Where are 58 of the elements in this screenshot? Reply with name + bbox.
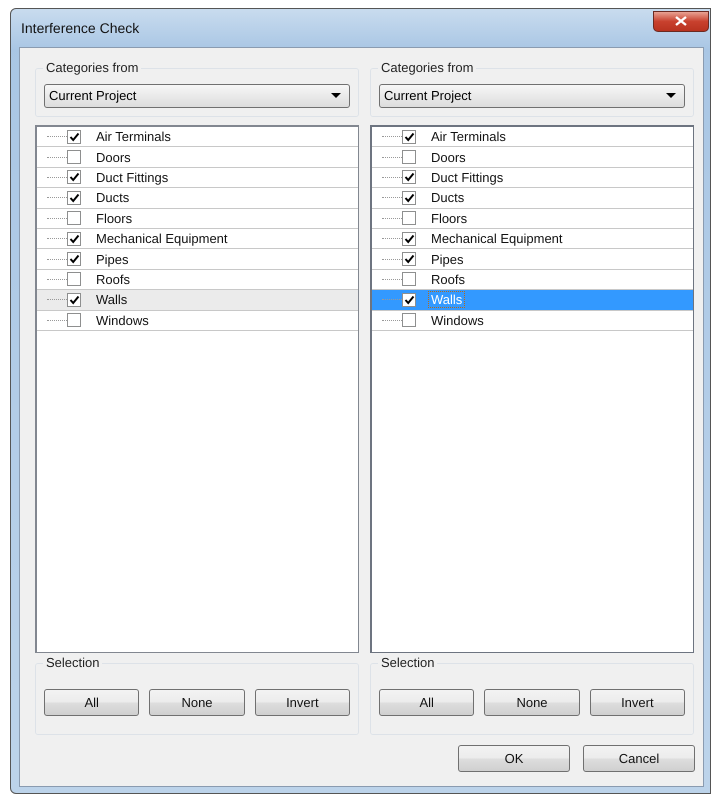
category-item[interactable]: Air Terminals	[37, 127, 358, 148]
category-item[interactable]: Ducts	[37, 188, 358, 209]
selection-button[interactable]: Invert	[254, 688, 350, 716]
dialog-button[interactable]: OK	[458, 745, 570, 772]
category-item[interactable]: Duct Fittings	[372, 168, 693, 188]
checkbox[interactable]	[67, 150, 81, 164]
group-label: Categories from	[43, 60, 142, 75]
selection-button[interactable]: Invert	[590, 688, 685, 716]
category-item[interactable]: Roofs	[372, 270, 693, 290]
close-icon	[675, 16, 687, 26]
checked-checkbox[interactable]	[67, 170, 81, 184]
caret-icon	[331, 93, 341, 98]
checked-checkbox[interactable]	[402, 170, 416, 184]
dialog-button[interactable]: Cancel	[583, 745, 695, 772]
window-title: Interference Check	[21, 20, 140, 36]
category-item[interactable]: Doors	[372, 147, 693, 168]
close-button[interactable]	[653, 10, 709, 32]
checked-checkbox[interactable]	[402, 232, 416, 246]
category-item[interactable]: Duct Fittings	[37, 168, 358, 188]
checkbox[interactable]	[402, 211, 416, 226]
selection-button[interactable]: None	[149, 688, 245, 716]
checked-checkbox[interactable]	[402, 292, 416, 307]
checkbox[interactable]	[402, 150, 416, 164]
checkbox[interactable]	[402, 272, 416, 286]
group-label: Categories from	[378, 60, 476, 75]
selection-button[interactable]: All	[44, 688, 140, 716]
category-item[interactable]: Ducts	[372, 188, 693, 209]
category-item[interactable]: Air Terminals	[372, 127, 693, 148]
category-item[interactable]: Pipes	[372, 249, 693, 270]
selection-button[interactable]: None	[484, 688, 580, 716]
category-item[interactable]: Windows	[372, 310, 693, 331]
category-item[interactable]: Floors	[37, 208, 358, 229]
checked-checkbox[interactable]	[402, 190, 416, 205]
group-label: Selection	[43, 655, 102, 670]
checked-checkbox[interactable]	[67, 252, 81, 266]
category-item[interactable]: Doors	[37, 147, 358, 168]
category-item[interactable]: Floors	[372, 208, 693, 229]
checked-checkbox[interactable]	[402, 130, 416, 144]
checked-checkbox[interactable]	[67, 190, 81, 205]
group-label: Selection	[378, 655, 438, 670]
category-item[interactable]: Pipes	[37, 249, 358, 270]
checked-checkbox[interactable]	[67, 232, 81, 246]
checked-checkbox[interactable]	[402, 252, 416, 266]
checkbox[interactable]	[402, 313, 416, 328]
category-item[interactable]: Walls	[37, 290, 358, 311]
source-dropdown[interactable]: Current Project	[379, 84, 685, 108]
checkbox[interactable]	[67, 211, 81, 226]
category-list[interactable]: Air Terminals Doors Duct Fittings Ducts Floors Mechanical Equipment Pipes Roofs Walls Windows	[35, 125, 359, 653]
caret-icon	[666, 93, 676, 98]
checkbox[interactable]	[67, 272, 81, 286]
checked-checkbox[interactable]	[67, 292, 81, 307]
category-list[interactable]: Air Terminals Doors Duct Fittings Ducts Floors Mechanical Equipment Pipes Roofs Walls Windows	[370, 125, 694, 653]
selection-button[interactable]: All	[379, 688, 474, 716]
checkbox[interactable]	[67, 313, 81, 328]
source-dropdown[interactable]: Current Project	[44, 84, 350, 108]
category-item[interactable]: Windows	[37, 310, 358, 331]
category-item[interactable]: Roofs	[37, 270, 358, 290]
checked-checkbox[interactable]	[67, 130, 81, 144]
